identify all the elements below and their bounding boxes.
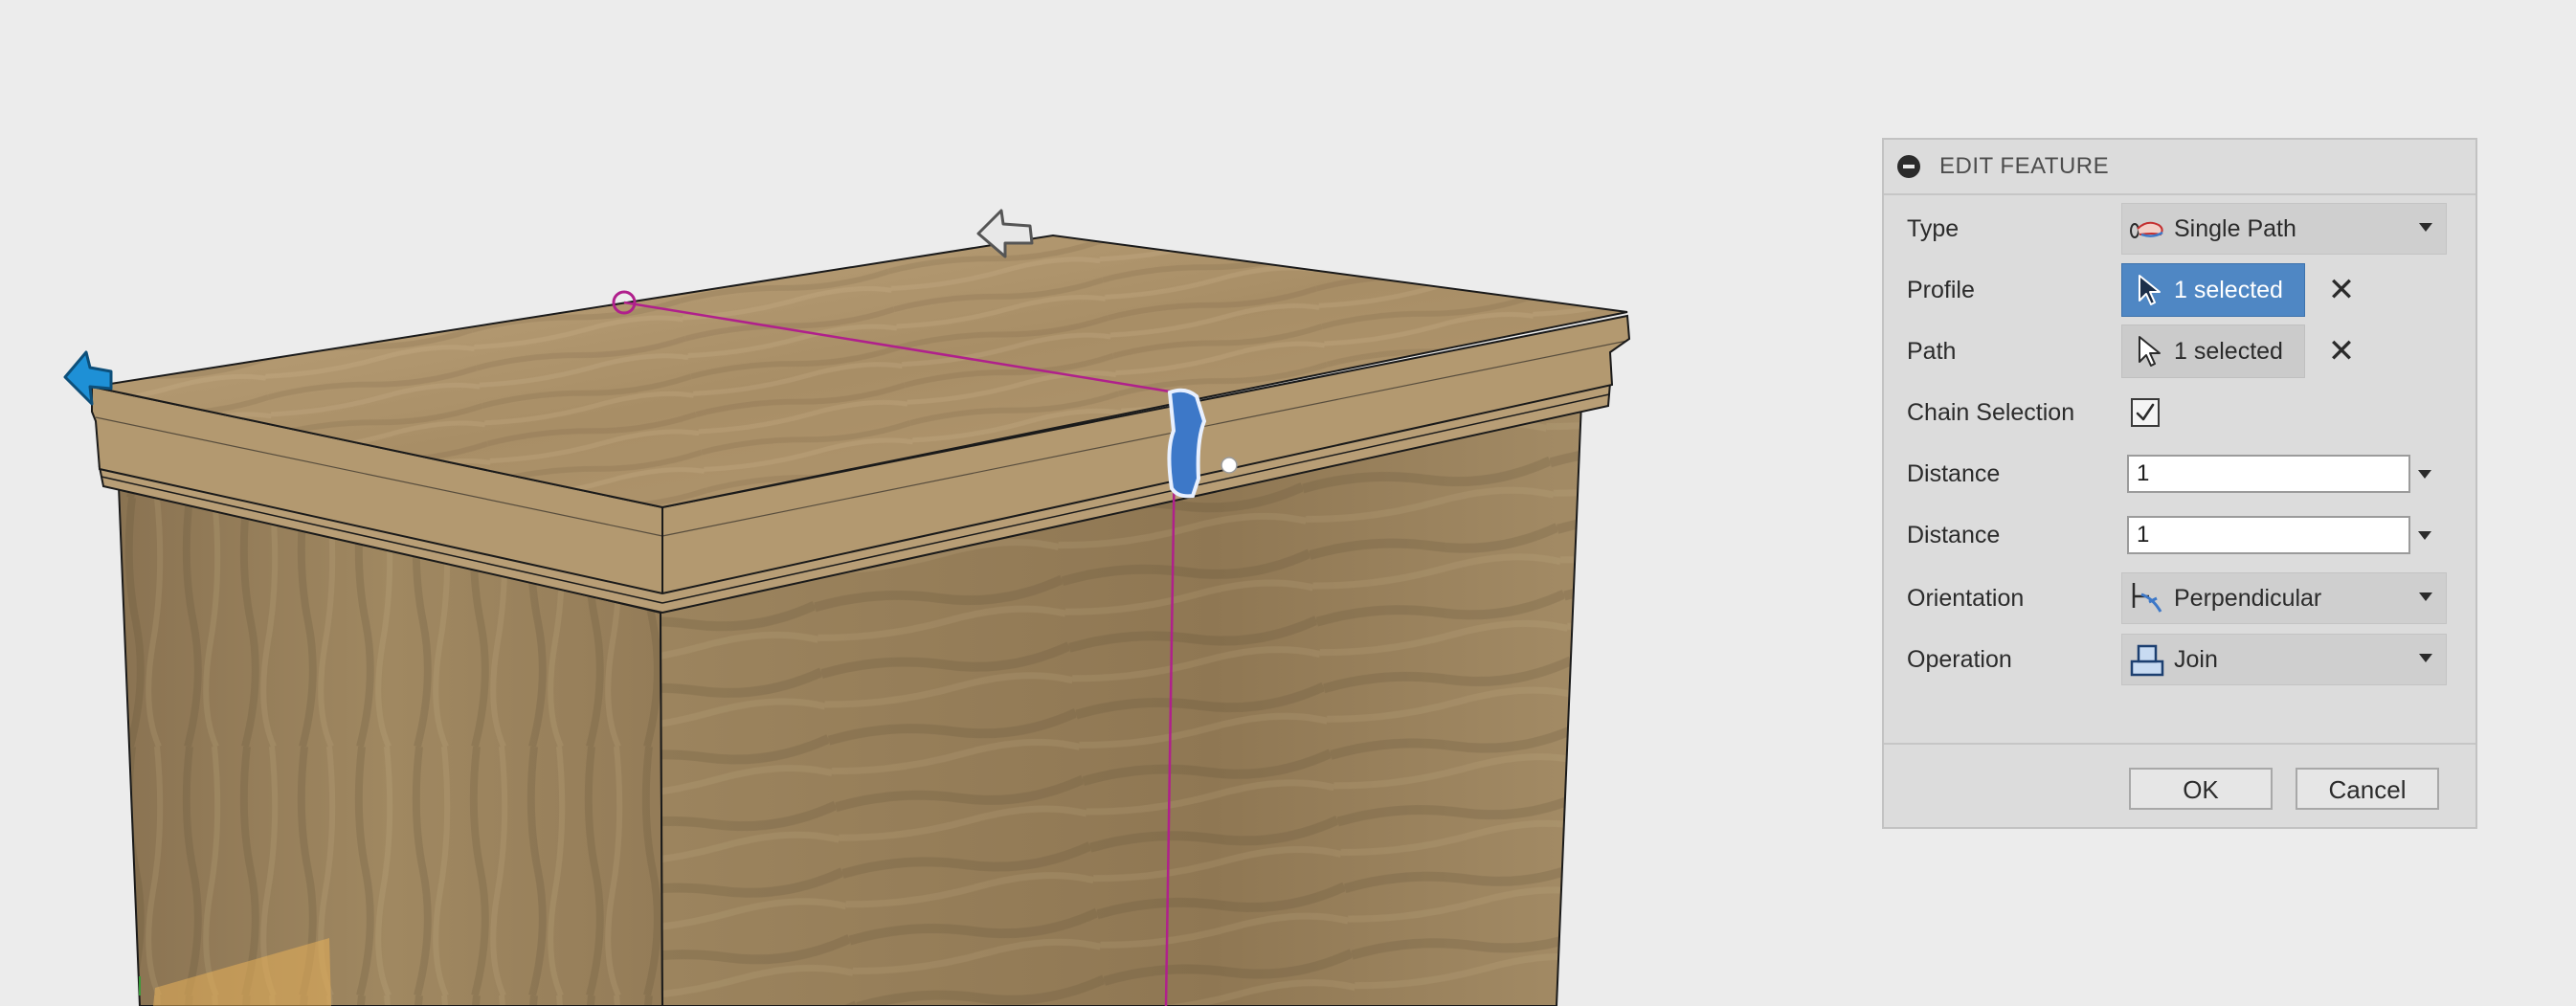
- path-label: Path: [1907, 337, 1957, 365]
- join-icon: [2126, 638, 2168, 681]
- chevron-down-icon: [2419, 592, 2432, 601]
- chevron-down-icon[interactable]: [2418, 530, 2431, 540]
- profile-value: 1 selected: [2174, 276, 2283, 303]
- cancel-button[interactable]: Cancel: [2296, 768, 2439, 810]
- collapse-icon[interactable]: [1897, 155, 1920, 178]
- distance-label-1: Distance: [1907, 459, 2001, 487]
- panel-title: EDIT FEATURE: [1939, 153, 2110, 179]
- orientation-dropdown[interactable]: Perpendicular: [2121, 572, 2447, 624]
- path-value: 1 selected: [2174, 337, 2283, 365]
- chevron-down-icon[interactable]: [2418, 469, 2431, 479]
- chevron-down-icon: [2419, 654, 2432, 662]
- type-value: Single Path: [2174, 214, 2296, 242]
- checkmark-icon: [2136, 403, 2155, 421]
- edit-feature-panel: EDIT FEATURE Type Single Path Profile 1 …: [1882, 138, 2477, 829]
- operation-row: Operation Join: [1884, 632, 2475, 687]
- distance-label-2: Distance: [1907, 521, 2001, 548]
- single-path-icon: [2126, 208, 2168, 250]
- type-row: Type Single Path: [1884, 201, 2475, 257]
- profile-select-button[interactable]: 1 selected: [2121, 263, 2305, 317]
- cursor-arrow-icon: [2130, 332, 2168, 370]
- profile-clear-icon[interactable]: ✕: [2322, 271, 2361, 309]
- panel-footer: OK Cancel: [1884, 743, 2475, 827]
- distance-input-2[interactable]: [2127, 516, 2410, 554]
- operation-dropdown[interactable]: Join: [2121, 634, 2447, 685]
- profile-label: Profile: [1907, 276, 1975, 303]
- distance-input-1[interactable]: [2127, 455, 2410, 493]
- chevron-down-icon: [2419, 223, 2432, 232]
- distance-row-1: Distance: [1884, 446, 2475, 502]
- chain-selection-checkbox[interactable]: [2131, 398, 2160, 427]
- ok-button[interactable]: OK: [2129, 768, 2273, 810]
- operation-value: Join: [2174, 645, 2218, 673]
- operation-label: Operation: [1907, 645, 2012, 673]
- distance-row-2: Distance: [1884, 507, 2475, 563]
- cursor-arrow-icon: [2130, 271, 2168, 309]
- orientation-value: Perpendicular: [2174, 584, 2322, 612]
- type-dropdown[interactable]: Single Path: [2121, 203, 2447, 255]
- profile-row: Profile 1 selected ✕: [1884, 262, 2475, 318]
- chain-selection-row: Chain Selection: [1884, 385, 2475, 440]
- panel-header: EDIT FEATURE: [1884, 140, 2475, 195]
- chain-selection-label: Chain Selection: [1907, 398, 2075, 426]
- orientation-row: Orientation Perpendicular: [1884, 570, 2475, 626]
- type-label: Type: [1907, 214, 1960, 242]
- path-select-button[interactable]: 1 selected: [2121, 324, 2305, 378]
- path-row: Path 1 selected ✕: [1884, 324, 2475, 379]
- path-clear-icon[interactable]: ✕: [2322, 332, 2361, 370]
- perpendicular-icon: [2126, 577, 2168, 619]
- orientation-label: Orientation: [1907, 584, 2025, 612]
